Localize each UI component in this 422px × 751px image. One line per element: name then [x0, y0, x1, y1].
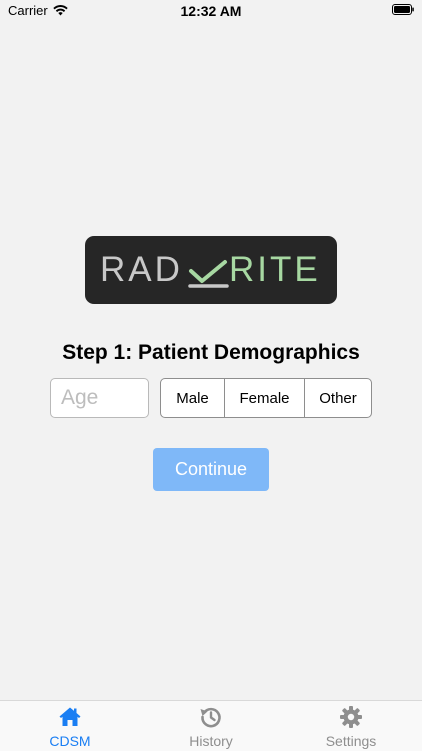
tab-history-label: History: [189, 733, 233, 749]
tab-settings-label: Settings: [325, 733, 377, 749]
gender-option-male[interactable]: Male: [161, 379, 225, 417]
tab-cdsm[interactable]: CDSM: [0, 701, 140, 751]
status-bar: Carrier 12:32 AM: [0, 0, 422, 22]
tab-bar: CDSM History Settings: [0, 700, 422, 751]
logo-text-rite: RITE: [229, 250, 321, 289]
step-title: Step 1: Patient Demographics: [62, 341, 360, 364]
checkmark-icon: [188, 260, 229, 288]
clock: 12:32 AM: [180, 3, 242, 19]
battery-icon: [392, 4, 414, 15]
gender-segmented-control[interactable]: Male Female Other: [160, 378, 372, 418]
history-icon: [200, 707, 221, 728]
continue-button[interactable]: Continue: [153, 448, 269, 491]
gear-icon: [340, 706, 362, 728]
age-input[interactable]: [50, 378, 149, 418]
home-icon: [59, 707, 81, 726]
radrite-logo: RAD RITE: [85, 236, 337, 304]
tab-cdsm-label: CDSM: [49, 733, 91, 749]
gender-option-other[interactable]: Other: [305, 379, 371, 417]
logo-text-rad: RAD: [100, 250, 183, 289]
gender-option-female[interactable]: Female: [225, 379, 305, 417]
tab-history[interactable]: History: [141, 701, 281, 751]
tab-settings[interactable]: Settings: [281, 701, 421, 751]
